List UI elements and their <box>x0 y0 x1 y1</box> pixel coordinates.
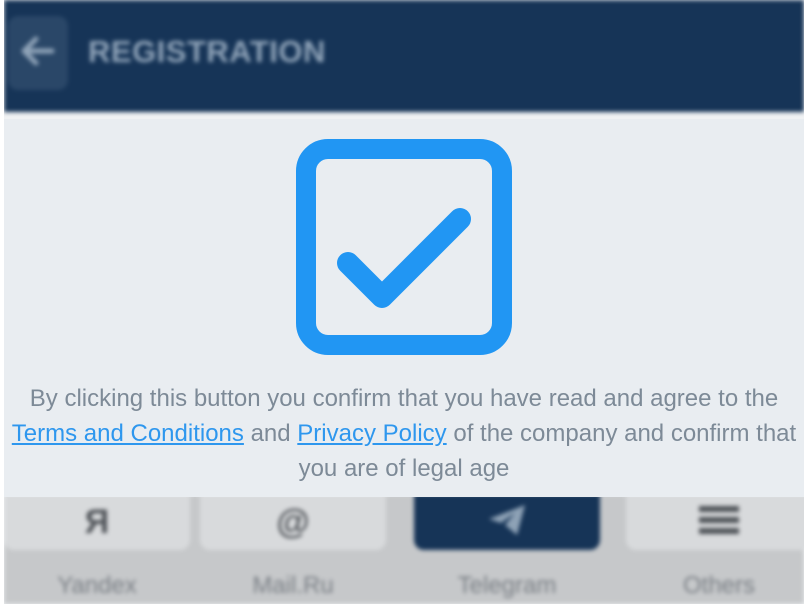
method-others-button[interactable] <box>626 494 804 550</box>
consent-modal: By clicking this button you confirm that… <box>4 119 804 497</box>
method-telegram-button[interactable] <box>414 494 600 550</box>
app-header: REGISTRATION <box>4 0 804 112</box>
method-yandex-label: Yandex <box>57 572 137 599</box>
app-frame: REGISTRATION Я Yandex @ Mail.Ru Telegram <box>4 0 804 604</box>
consent-text-before: By clicking this button you confirm that… <box>29 385 779 412</box>
back-button[interactable] <box>8 16 68 90</box>
menu-icon <box>699 504 739 541</box>
method-mailru-label: Mail.Ru <box>252 572 334 599</box>
at-sign-icon: @ <box>276 502 310 541</box>
checkbox-checked-icon[interactable] <box>296 139 512 355</box>
arrow-left-icon <box>20 36 56 71</box>
method-yandex-button[interactable]: Я <box>4 494 190 550</box>
privacy-policy-link[interactable]: Privacy Policy <box>297 420 446 447</box>
method-mailru-button[interactable]: @ <box>200 494 386 550</box>
method-others-label: Others <box>682 572 756 599</box>
registration-methods: Я Yandex @ Mail.Ru Telegram Others <box>4 494 804 604</box>
method-telegram-label: Telegram <box>457 572 557 599</box>
yandex-icon: Я <box>84 502 110 541</box>
page-title: REGISTRATION <box>88 34 326 69</box>
consent-text: By clicking this button you confirm that… <box>4 381 804 486</box>
terms-link[interactable]: Terms and Conditions <box>12 420 244 447</box>
telegram-plane-icon <box>487 503 527 542</box>
consent-and: and <box>243 420 298 447</box>
